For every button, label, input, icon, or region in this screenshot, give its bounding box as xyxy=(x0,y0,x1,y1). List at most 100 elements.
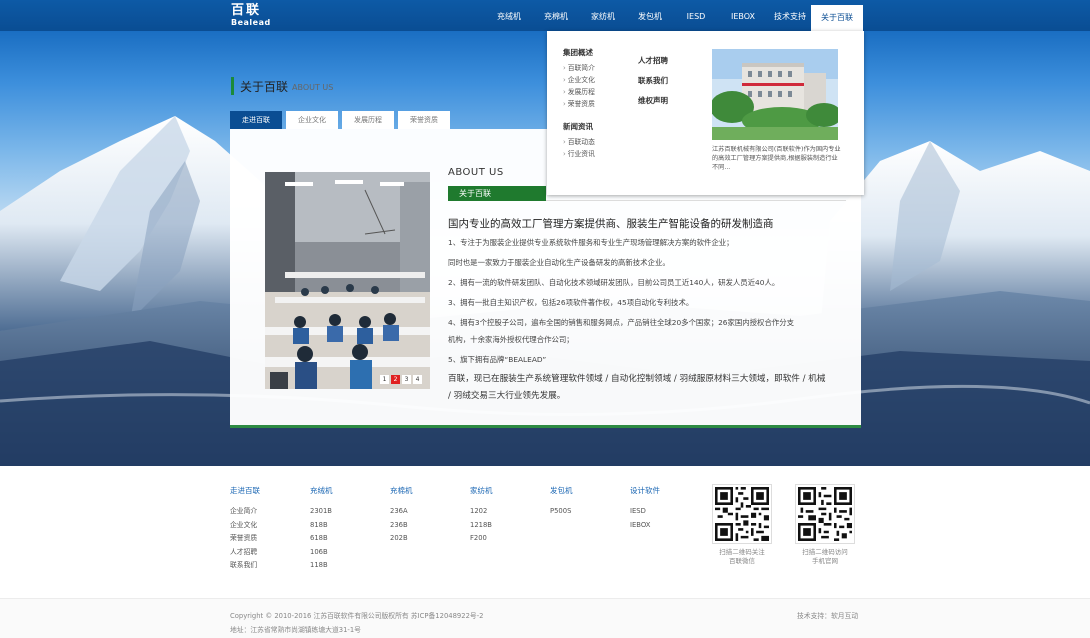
footer-link[interactable]: 618B xyxy=(310,532,333,546)
footer-link[interactable]: IEBOX xyxy=(630,519,660,533)
page-title: 关于百联 ABOUT US xyxy=(231,77,333,95)
nav-item-iesd[interactable]: IESD xyxy=(676,0,716,31)
footer-link[interactable]: 企业文化 xyxy=(230,519,260,533)
footer-col-packaging: 发包机 P500S xyxy=(550,485,573,519)
slider-dot-3[interactable]: 3 xyxy=(402,375,411,384)
nav-item-iebox[interactable]: IEBOX xyxy=(721,0,765,31)
footer-link[interactable]: 1218B xyxy=(470,519,493,533)
wechat-qr-code xyxy=(712,484,772,544)
footer-col-title[interactable]: 设计软件 xyxy=(630,485,660,496)
tab-culture[interactable]: 企业文化 xyxy=(286,111,338,129)
dropdown-item-rights[interactable]: 维权声明 xyxy=(638,95,668,106)
footer-link[interactable]: 企业简介 xyxy=(230,505,260,519)
address-text: 地址：江苏省常熟市尚湖镇练塘大道31-1号 xyxy=(230,626,361,634)
footer-link[interactable]: 118B xyxy=(310,559,333,573)
logo-cn: 百联 xyxy=(231,3,262,18)
dropdown-item-contact[interactable]: 联系我们 xyxy=(638,75,668,86)
footer-link[interactable]: 1202 xyxy=(470,505,493,519)
qr-caption-line: 扫描二维码关注 xyxy=(719,548,765,556)
footer-col-about: 走进百联 企业简介 企业文化 荣誉资质 人才招聘 联系我们 xyxy=(230,485,260,573)
about-paragraph-6: 5、旗下拥有品牌“BEALEAD” xyxy=(448,355,547,364)
qr-caption-line: 扫描二维码访问 xyxy=(802,548,848,556)
qr-caption-line: 手机官网 xyxy=(812,557,838,565)
nav-item-tech-support[interactable]: 技术支持 xyxy=(768,0,812,31)
dropdown-group-news[interactable]: 新闻资讯 xyxy=(563,121,593,132)
about-dropdown-menu: 集团概述 百联简介 企业文化 发展历程 荣誉资质 新闻资讯 百联动态 行业资讯 … xyxy=(547,31,864,195)
footer-link[interactable]: 2301B xyxy=(310,505,333,519)
footer-links: 走进百联 企业简介 企业文化 荣誉资质 人才招聘 联系我们 充绒机 2301B … xyxy=(0,466,1090,601)
footer-link[interactable]: 202B xyxy=(390,532,413,546)
tab-honors[interactable]: 荣誉资质 xyxy=(398,111,450,129)
title-accent-bar xyxy=(231,77,234,95)
footer-col-down-filling: 充绒机 2301B 818B 618B 106B 118B xyxy=(310,485,333,573)
tab-history[interactable]: 发展历程 xyxy=(342,111,394,129)
wechat-qr-caption: 扫描二维码关注 百联微信 xyxy=(707,548,777,566)
office-photo xyxy=(265,172,430,389)
about-paragraph-4: 3、拥有一批自主知识产权，包括26项软件著作权，45项自动化专利技术。 xyxy=(448,298,694,307)
footer-link[interactable]: F200 xyxy=(470,532,493,546)
footer-col-title[interactable]: 走进百联 xyxy=(230,485,260,496)
dropdown-description: 江苏百联机械有限公司(百联软件)作为国内专业的高效工厂管理方案提供商,根据服装制… xyxy=(712,146,841,171)
footer-link[interactable]: IESD xyxy=(630,505,660,519)
about-tag: 关于百联 xyxy=(448,186,546,201)
footer-link[interactable]: 人才招聘 xyxy=(230,546,260,560)
building-photo xyxy=(712,49,838,140)
qr-code-icon xyxy=(715,487,769,541)
top-header: 百联 Bealead 充绒机 充棉机 家纺机 发包机 IESD IEBOX 技术… xyxy=(0,0,1090,31)
logo-en: Bealead xyxy=(231,18,271,27)
slider-dots: 1 2 3 4 xyxy=(380,375,422,384)
footer-link[interactable]: 联系我们 xyxy=(230,559,260,573)
about-heading-en: ABOUT US xyxy=(448,167,504,178)
bottom-bar: Copyright © 2010-2016 江苏百联软件有限公司版权所有 苏IC… xyxy=(0,598,1090,638)
footer-link[interactable]: 236B xyxy=(390,519,413,533)
dropdown-item-careers[interactable]: 人才招聘 xyxy=(638,55,668,66)
qr-caption-line: 百联微信 xyxy=(729,557,755,565)
footer-col-title[interactable]: 家纺机 xyxy=(470,485,493,496)
footer-col-title[interactable]: 充棉机 xyxy=(390,485,413,496)
slider-dot-1[interactable]: 1 xyxy=(380,375,389,384)
footer-col-cotton-filling: 充棉机 236A 236B 202B xyxy=(390,485,413,546)
footer-col-software: 设计软件 IESD IEBOX xyxy=(630,485,660,532)
page-title-en: ABOUT US xyxy=(292,82,334,92)
footer-link[interactable]: 荣誉资质 xyxy=(230,532,260,546)
footer-link[interactable]: P500S xyxy=(550,505,573,519)
dropdown-group-overview[interactable]: 集团概述 xyxy=(563,47,593,58)
about-paragraph-5a: 4、拥有3个控股子公司，遍布全国的销售和服务网点，产品销往全球20多个国家；26… xyxy=(448,318,795,327)
dropdown-item-intro[interactable]: 百联简介 xyxy=(563,62,595,72)
nav-item-packaging[interactable]: 发包机 xyxy=(629,0,671,31)
slider-dot-2[interactable]: 2 xyxy=(391,375,400,384)
logo[interactable]: 百联 Bealead xyxy=(231,4,275,28)
footer-col-home-textile: 家纺机 1202 1218B F200 xyxy=(470,485,493,546)
footer-col-title[interactable]: 发包机 xyxy=(550,485,573,496)
footer-col-title[interactable]: 充绒机 xyxy=(310,485,333,496)
slider-dot-4[interactable]: 4 xyxy=(413,375,422,384)
footer-link[interactable]: 106B xyxy=(310,546,333,560)
dropdown-item-history[interactable]: 发展历程 xyxy=(563,86,595,96)
section-tabs: 走进百联 企业文化 发展历程 荣誉资质 xyxy=(230,111,450,129)
footer-link[interactable]: 818B xyxy=(310,519,333,533)
copyright-text: Copyright © 2010-2016 江苏百联软件有限公司版权所有 苏IC… xyxy=(230,612,484,620)
footer-link[interactable]: 236A xyxy=(390,505,413,519)
office-photo-slider[interactable]: 1 2 3 4 xyxy=(265,172,430,389)
about-paragraph-3: 2、拥有一流的软件研发团队、自动化技术领域研发团队，目前公司员工近140人，研发… xyxy=(448,278,780,287)
nav-item-down-filling[interactable]: 充绒机 xyxy=(488,0,530,31)
tab-intro[interactable]: 走进百联 xyxy=(230,111,282,129)
dropdown-item-culture[interactable]: 企业文化 xyxy=(563,74,595,84)
nav-item-cotton-filling[interactable]: 充棉机 xyxy=(535,0,577,31)
about-headline: 国内专业的高效工厂管理方案提供商、服装生产智能设备的研发制造商 xyxy=(448,218,774,230)
mobile-site-qr-code xyxy=(795,484,855,544)
about-paragraph-1: 1、专注于为服装企业提供专业系统软件服务和专业生产现场管理解决方案的软件企业； xyxy=(448,238,734,247)
page-title-cn: 关于百联 xyxy=(240,79,289,94)
dropdown-item-industry-news[interactable]: 行业资讯 xyxy=(563,148,595,158)
qr-code-icon xyxy=(798,487,852,541)
about-paragraph-5b: 机构，十余家海外授权代理合作公司； xyxy=(448,335,574,344)
mobile-qr-caption: 扫描二维码访问 手机官网 xyxy=(790,548,860,566)
company-building-image[interactable] xyxy=(712,49,838,140)
nav-item-home-textile[interactable]: 家纺机 xyxy=(582,0,624,31)
dropdown-item-company-news[interactable]: 百联动态 xyxy=(563,136,595,146)
dropdown-item-honors[interactable]: 荣誉资质 xyxy=(563,98,595,108)
about-summary: 百联，现已在服装生产系统管理软件领域 / 自动化控制领域 / 羽绒服原材料三大领… xyxy=(448,374,826,401)
about-divider xyxy=(546,200,846,201)
tech-support-link[interactable]: 技术支持：软月互动 xyxy=(797,610,858,620)
nav-item-about[interactable]: 关于百联 xyxy=(811,5,863,31)
